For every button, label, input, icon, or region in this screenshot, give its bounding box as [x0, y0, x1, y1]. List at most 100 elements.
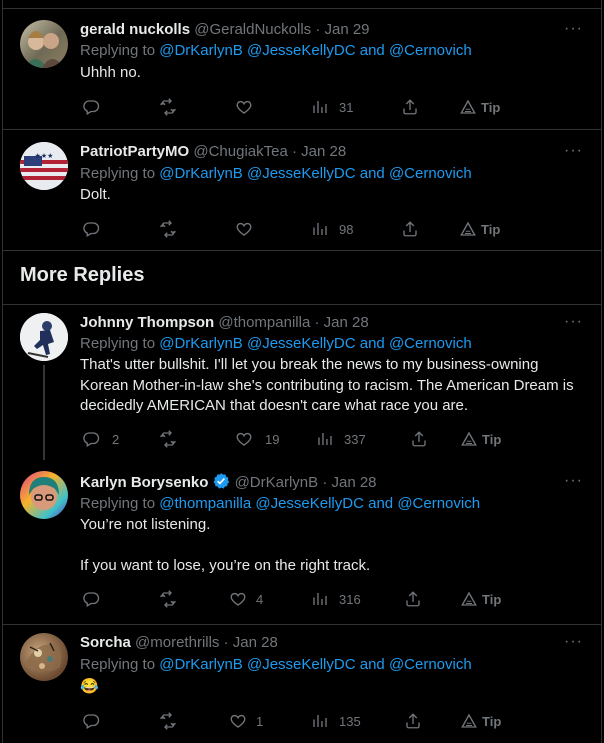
replying-prefix: Replying to: [80, 165, 160, 182]
mention[interactable]: @Cernovich: [397, 495, 480, 512]
mention[interactable]: @JesseKellyDC: [247, 656, 356, 673]
like-button[interactable]: 4: [229, 589, 263, 609]
share-button[interactable]: [401, 97, 419, 117]
mention[interactable]: @thompanilla: [159, 495, 251, 512]
avatar[interactable]: ★★★: [20, 142, 68, 190]
tweet-date[interactable]: · Jan 28: [292, 143, 346, 160]
views-count: 135: [339, 713, 361, 729]
mention[interactable]: @JesseKellyDC: [247, 42, 356, 59]
retweet-button[interactable]: [159, 219, 177, 239]
tweet-date[interactable]: · Jan 29: [315, 21, 369, 38]
tip-label: Tip: [481, 99, 501, 115]
share-button[interactable]: [404, 711, 422, 731]
mention[interactable]: @Cernovich: [389, 42, 472, 59]
avatar[interactable]: [20, 471, 68, 519]
tip-button[interactable]: Tip: [460, 429, 501, 449]
mention[interactable]: @Cernovich: [389, 335, 472, 352]
reply-button[interactable]: [82, 711, 100, 731]
views-icon: [311, 98, 329, 116]
and-others-link[interactable]: and: [360, 165, 385, 182]
mention[interactable]: @JesseKellyDC: [255, 495, 364, 512]
mention[interactable]: @Cernovich: [389, 656, 472, 673]
more-icon[interactable]: ···: [564, 472, 583, 490]
and-others-link[interactable]: and: [360, 656, 385, 673]
like-button[interactable]: [235, 219, 253, 239]
mention[interactable]: @JesseKellyDC: [247, 165, 356, 182]
mention[interactable]: @Cernovich: [389, 165, 472, 182]
author-handle[interactable]: @GeraldNuckolls: [194, 21, 311, 38]
views-button[interactable]: 316: [311, 589, 361, 609]
author-handle[interactable]: @thompanilla: [218, 314, 310, 331]
author-handle[interactable]: @DrKarlynB: [235, 474, 319, 491]
more-icon[interactable]: ···: [564, 142, 583, 160]
share-button[interactable]: [404, 589, 422, 609]
tip-button[interactable]: Tip: [460, 589, 501, 609]
tweet-date[interactable]: · Jan 28: [224, 634, 278, 651]
author-name[interactable]: PatriotPartyMO: [80, 143, 189, 160]
reply-icon: [82, 430, 100, 448]
tip-label: Tip: [482, 431, 502, 447]
reply-button[interactable]: [82, 589, 100, 609]
and-others-link[interactable]: and: [368, 495, 393, 512]
author-name[interactable]: gerald nuckolls: [80, 21, 190, 38]
views-icon: [311, 220, 329, 238]
and-others-link[interactable]: and: [360, 42, 385, 59]
divider: [3, 250, 601, 251]
avatar[interactable]: [20, 633, 68, 681]
reply-button[interactable]: [82, 219, 100, 239]
share-button[interactable]: [401, 219, 419, 239]
retweet-button[interactable]: [159, 711, 177, 731]
mention[interactable]: @JesseKellyDC: [247, 335, 356, 352]
tweet-header: Sorcha @morethrills · Jan 28: [80, 633, 278, 653]
mention[interactable]: @DrKarlynB: [159, 335, 243, 352]
author-name[interactable]: Karlyn Borysenko: [80, 474, 208, 491]
views-button[interactable]: 337: [316, 429, 366, 449]
like-icon: [235, 98, 253, 116]
tip-label: Tip: [481, 221, 501, 237]
author-name[interactable]: Sorcha: [80, 634, 131, 651]
tip-label: Tip: [482, 713, 502, 729]
tip-button[interactable]: Tip: [459, 219, 500, 239]
like-button[interactable]: 1: [229, 711, 263, 731]
views-button[interactable]: 98: [311, 219, 353, 239]
retweet-button[interactable]: [159, 97, 177, 117]
retweet-button[interactable]: [159, 589, 177, 609]
mention[interactable]: @DrKarlynB: [159, 165, 243, 182]
author-handle[interactable]: @morethrills: [135, 634, 219, 651]
share-icon: [404, 590, 422, 608]
tip-icon: [460, 590, 478, 608]
and-others-link[interactable]: and: [360, 335, 385, 352]
like-button[interactable]: 19: [235, 429, 279, 449]
reply-icon: [82, 220, 100, 238]
replying-to: Replying to @DrKarlynB @JesseKellyDC and…: [80, 164, 472, 184]
more-icon[interactable]: ···: [564, 313, 583, 331]
tweet-3[interactable]: Johnny Thompson @thompanilla · Jan 28 ··…: [3, 305, 601, 465]
tweet-1[interactable]: gerald nuckolls @GeraldNuckolls · Jan 29…: [3, 8, 601, 130]
tweet-5[interactable]: Sorcha @morethrills · Jan 28 ··· Replyin…: [3, 625, 601, 743]
reply-icon: [82, 98, 100, 116]
views-button[interactable]: 135: [311, 711, 361, 731]
more-icon[interactable]: ···: [564, 20, 583, 38]
views-button[interactable]: 31: [311, 97, 353, 117]
tweet-date[interactable]: · Jan 28: [322, 474, 376, 491]
share-button[interactable]: [410, 429, 428, 449]
tip-button[interactable]: Tip: [460, 711, 501, 731]
tweet-date[interactable]: · Jan 28: [314, 314, 368, 331]
tip-button[interactable]: Tip: [459, 97, 500, 117]
like-button[interactable]: [235, 97, 253, 117]
tweet-4[interactable]: Karlyn Borysenko @DrKarlynB · Jan 28 ···…: [3, 465, 601, 620]
mention[interactable]: @DrKarlynB: [159, 656, 243, 673]
mention[interactable]: @DrKarlynB: [159, 42, 243, 59]
replying-prefix: Replying to: [80, 335, 160, 352]
reply-button[interactable]: 2: [82, 429, 119, 449]
like-icon: [229, 590, 247, 608]
tweet-2[interactable]: ★★★ PatriotPartyMO @ChugiakTea · Jan 28 …: [3, 130, 601, 250]
author-name[interactable]: Johnny Thompson: [80, 314, 214, 331]
reply-button[interactable]: [82, 97, 100, 117]
avatar[interactable]: [20, 313, 68, 361]
views-count: 98: [339, 221, 354, 237]
retweet-button[interactable]: [159, 429, 177, 449]
author-handle[interactable]: @ChugiakTea: [193, 143, 287, 160]
more-icon[interactable]: ···: [564, 633, 583, 651]
avatar[interactable]: [20, 20, 68, 68]
